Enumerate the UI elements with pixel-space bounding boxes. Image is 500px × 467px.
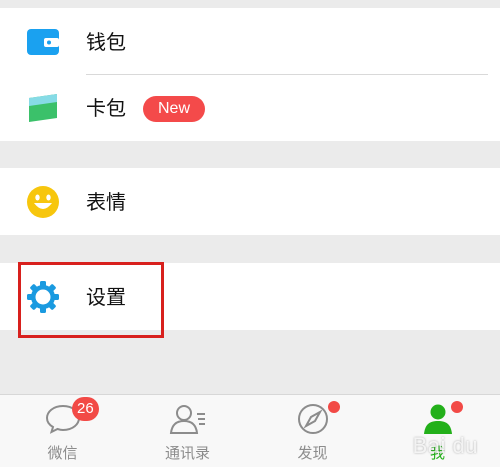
compass-icon [293,403,333,435]
tab-label: 微信 [47,444,78,462]
wallet-card-group: 钱包 卡包 [0,8,500,141]
new-badge: New [143,96,205,122]
unread-count-badge: 26 [72,397,99,421]
menu-item-label: 表情 [86,189,126,214]
menu-item-label: 钱包 [86,29,126,54]
contacts-icon [168,403,208,435]
emoji-group: 表情 [0,168,500,235]
tab-label: 发现 [297,444,328,462]
menu-item-emoji[interactable]: 表情 [0,168,500,235]
notification-dot [328,401,340,413]
menu-item-wallet[interactable]: 钱包 [0,8,500,75]
menu-item-label: 卡包 [86,96,126,120]
card-icon [26,91,60,125]
tab-wechat[interactable]: 26 微信 [0,395,125,467]
settings-highlight-box [18,262,164,338]
emoji-icon [26,185,60,219]
notification-dot [451,401,463,413]
baidu-watermark: Bai du [412,433,478,458]
tab-contacts[interactable]: 通讯录 [125,395,250,467]
tab-label: 通讯录 [164,444,210,462]
tab-discover[interactable]: 发现 [250,395,375,467]
wallet-icon [26,25,60,59]
menu-item-card[interactable]: 卡包 [0,75,500,141]
